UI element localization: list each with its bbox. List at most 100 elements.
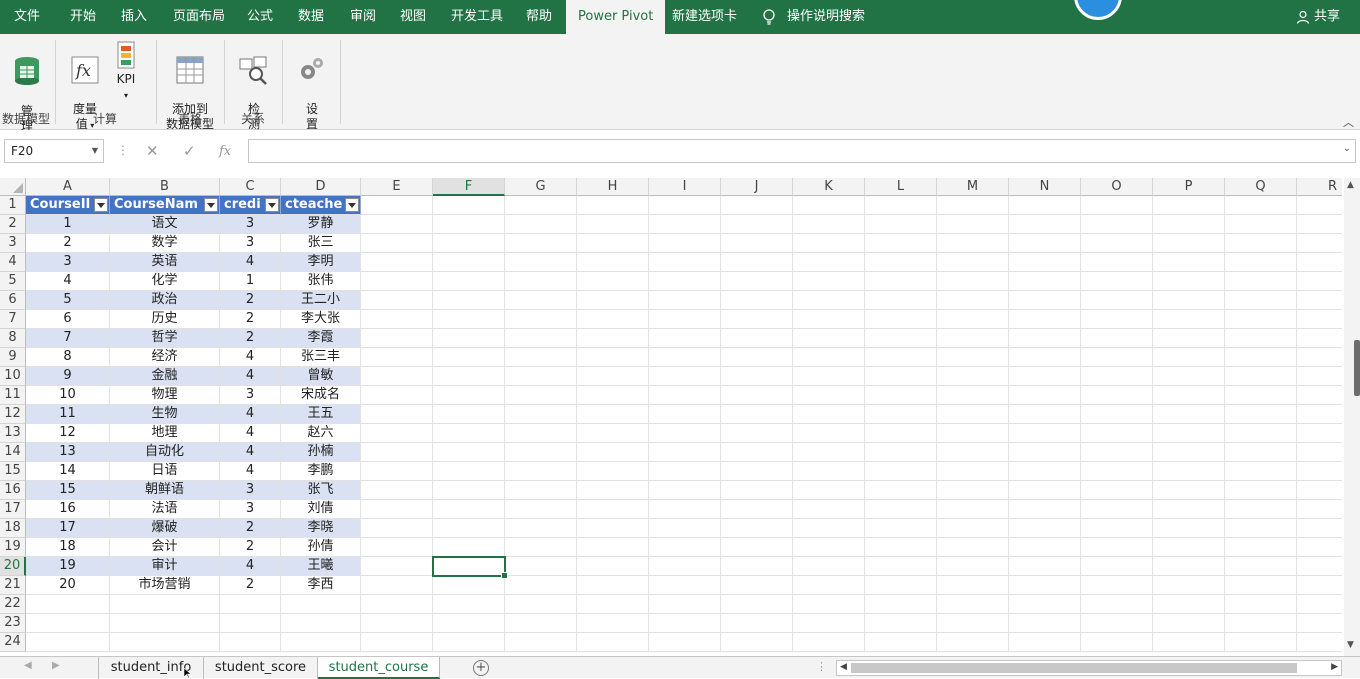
grid-cell[interactable]	[1153, 500, 1225, 519]
grid-cell[interactable]	[1081, 595, 1153, 614]
grid-cell[interactable]	[505, 329, 577, 348]
table-cell[interactable]: 王五	[281, 405, 361, 424]
grid-cell[interactable]	[361, 481, 433, 500]
table-cell[interactable]: 3	[220, 215, 281, 234]
grid-cell[interactable]	[361, 424, 433, 443]
grid-cell[interactable]	[505, 462, 577, 481]
table-cell[interactable]: 刘倩	[281, 500, 361, 519]
grid-cell[interactable]	[937, 519, 1009, 538]
grid-cell[interactable]	[433, 405, 505, 424]
table-cell[interactable]: 经济	[110, 348, 220, 367]
grid-cell[interactable]	[1081, 633, 1153, 652]
table-cell[interactable]: 李霞	[281, 329, 361, 348]
grid-cell[interactable]	[1225, 272, 1297, 291]
grid-cell[interactable]	[577, 595, 649, 614]
table-cell[interactable]: 16	[26, 500, 110, 519]
grid-cell[interactable]	[361, 443, 433, 462]
grid-cell[interactable]	[1153, 348, 1225, 367]
table-header-cell[interactable]: credi	[220, 196, 281, 215]
grid-cell[interactable]	[361, 367, 433, 386]
grid-cell[interactable]	[1297, 500, 1342, 519]
grid-cell[interactable]	[649, 253, 721, 272]
column-header[interactable]: Q	[1225, 178, 1297, 196]
table-cell[interactable]: 李晓	[281, 519, 361, 538]
grid-cell[interactable]	[433, 614, 505, 633]
grid-cell[interactable]	[1009, 291, 1081, 310]
grid-cell[interactable]	[793, 557, 865, 576]
row-header[interactable]: 11	[0, 386, 26, 405]
grid-cell[interactable]	[361, 272, 433, 291]
grid-cell[interactable]	[1153, 633, 1225, 652]
scroll-down-icon[interactable]: ▼	[1347, 640, 1354, 650]
grid-cell[interactable]	[505, 576, 577, 595]
grid-cell[interactable]	[1009, 519, 1081, 538]
grid-cell[interactable]	[793, 462, 865, 481]
grid-cell[interactable]	[721, 291, 793, 310]
row-header[interactable]: 18	[0, 519, 26, 538]
grid-cell[interactable]	[937, 443, 1009, 462]
row-header[interactable]: 3	[0, 234, 26, 253]
scroll-thumb[interactable]	[1354, 340, 1360, 396]
grid-cell[interactable]	[577, 253, 649, 272]
grid-cell[interactable]	[1153, 538, 1225, 557]
grid-cell[interactable]	[1153, 614, 1225, 633]
grid-cell[interactable]	[1225, 291, 1297, 310]
grid-cell[interactable]	[505, 272, 577, 291]
resize-handle[interactable]: ⋮	[117, 143, 129, 157]
table-cell[interactable]: 会计	[110, 538, 220, 557]
grid-cell[interactable]	[649, 348, 721, 367]
grid-cell[interactable]	[1225, 633, 1297, 652]
row-header[interactable]: 24	[0, 633, 26, 652]
grid-cell[interactable]	[793, 253, 865, 272]
grid-cell[interactable]	[721, 310, 793, 329]
grid-cell[interactable]	[1153, 310, 1225, 329]
table-cell[interactable]: 日语	[110, 462, 220, 481]
grid-cell[interactable]	[649, 633, 721, 652]
grid-cell[interactable]	[1153, 367, 1225, 386]
grid-cell[interactable]	[1153, 519, 1225, 538]
table-cell[interactable]: 4	[220, 405, 281, 424]
grid-cell[interactable]	[937, 462, 1009, 481]
row-header[interactable]: 19	[0, 538, 26, 557]
column-header[interactable]: N	[1009, 178, 1081, 196]
grid-cell[interactable]	[361, 329, 433, 348]
grid-cell[interactable]	[865, 462, 937, 481]
grid-cell[interactable]	[505, 633, 577, 652]
grid-cell[interactable]	[649, 424, 721, 443]
grid-cell[interactable]	[1297, 386, 1342, 405]
table-cell[interactable]: 14	[26, 462, 110, 481]
grid-cell[interactable]	[505, 196, 577, 215]
grid-cell[interactable]	[793, 234, 865, 253]
grid-cell[interactable]	[793, 443, 865, 462]
grid-cell[interactable]	[433, 386, 505, 405]
grid-cell[interactable]	[721, 234, 793, 253]
grid-cell[interactable]	[110, 595, 220, 614]
row-header[interactable]: 2	[0, 215, 26, 234]
grid-cell[interactable]	[1009, 557, 1081, 576]
grid-cell[interactable]	[865, 272, 937, 291]
grid-cell[interactable]	[1297, 633, 1342, 652]
grid-cell[interactable]	[505, 310, 577, 329]
grid-cell[interactable]	[865, 215, 937, 234]
table-cell[interactable]: 2	[220, 538, 281, 557]
grid-cell[interactable]	[1297, 234, 1342, 253]
grid-cell[interactable]	[865, 291, 937, 310]
tab-page-layout[interactable]: 页面布局	[173, 0, 225, 34]
column-header[interactable]: K	[793, 178, 865, 196]
grid-cell[interactable]	[1081, 443, 1153, 462]
grid-cell[interactable]	[721, 443, 793, 462]
grid-cell[interactable]	[937, 367, 1009, 386]
grid-cell[interactable]	[937, 196, 1009, 215]
grid-cell[interactable]	[865, 519, 937, 538]
row-header[interactable]: 6	[0, 291, 26, 310]
grid-cell[interactable]	[649, 310, 721, 329]
grid-cell[interactable]	[1081, 272, 1153, 291]
grid-cell[interactable]	[1009, 614, 1081, 633]
tab-review[interactable]: 审阅	[350, 0, 376, 34]
grid-cell[interactable]	[1297, 576, 1342, 595]
grid-cell[interactable]	[1153, 576, 1225, 595]
grid-cell[interactable]	[577, 196, 649, 215]
grid-cell[interactable]	[937, 215, 1009, 234]
grid-cell[interactable]	[793, 310, 865, 329]
table-cell[interactable]: 10	[26, 386, 110, 405]
